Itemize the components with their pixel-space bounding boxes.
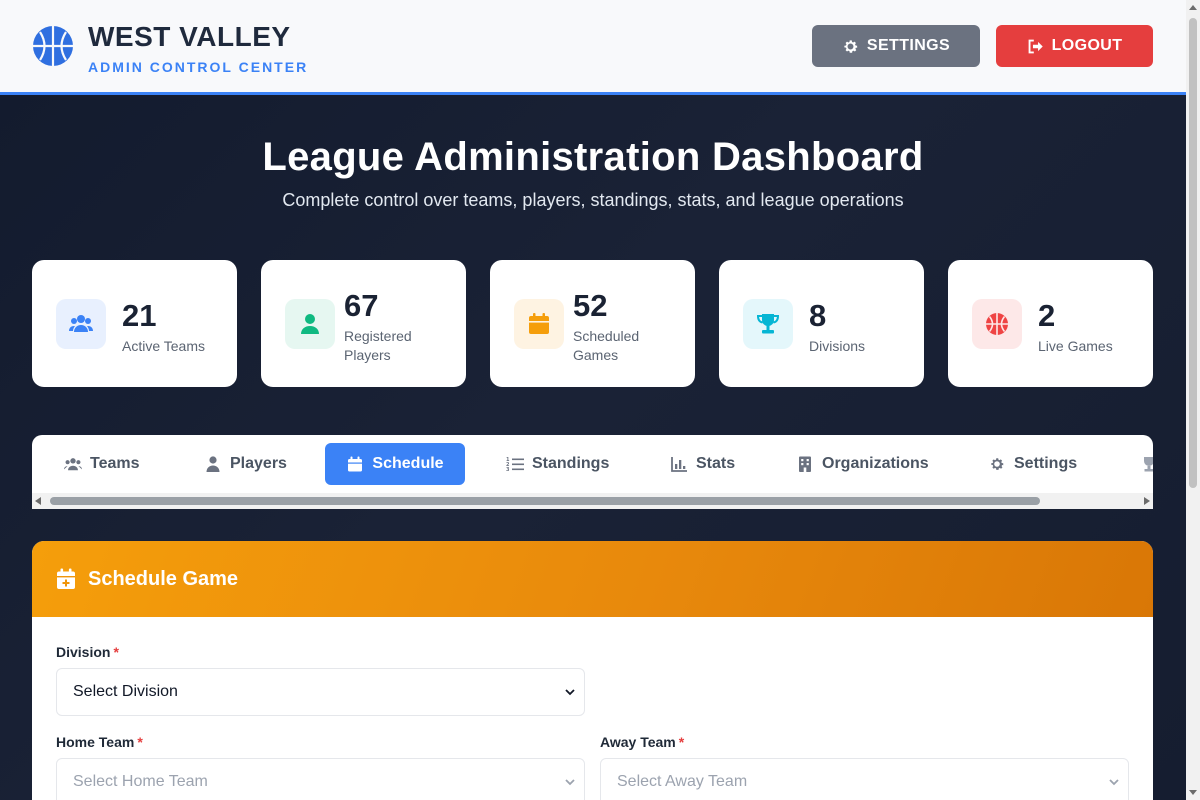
home-team-label-text: Home Team xyxy=(56,734,135,750)
calendar-icon xyxy=(514,299,564,349)
svg-text:3: 3 xyxy=(506,467,510,472)
stat-label: Scheduled Games xyxy=(573,328,640,363)
page-title: League Administration Dashboard xyxy=(262,135,924,179)
chevron-down-icon xyxy=(1109,779,1119,786)
required-asterisk: * xyxy=(678,734,685,750)
logout-button[interactable]: LOGOUT xyxy=(996,25,1153,67)
settings-button-label: SETTINGS xyxy=(866,37,951,54)
gear-icon xyxy=(991,458,1004,470)
tab-label: Organizations xyxy=(822,455,929,472)
calendar-plus-icon xyxy=(57,568,75,589)
stat-value: 52 xyxy=(573,288,608,323)
users-icon xyxy=(64,458,82,471)
chart-bar-icon xyxy=(671,457,687,472)
settings-button[interactable]: SETTINGS xyxy=(812,25,980,67)
scroll-right-arrow-icon[interactable] xyxy=(1144,497,1150,505)
scroll-down-arrow-icon[interactable] xyxy=(1189,790,1197,795)
page-vertical-scrollbar[interactable] xyxy=(1186,0,1200,800)
stat-value: 67 xyxy=(344,288,379,323)
chevron-down-icon xyxy=(565,689,575,696)
stat-value: 8 xyxy=(809,298,827,333)
top-header: WEST VALLEY ADMIN CONTROL CENTER SETTING… xyxy=(0,0,1186,95)
section-tabs: Teams Players Schedule 123 Standings Sta… xyxy=(32,435,1153,509)
list-ol-icon: 123 xyxy=(506,457,524,472)
panel-title: Schedule Game xyxy=(88,567,239,590)
division-select-value: Select Division xyxy=(73,683,178,700)
user-icon xyxy=(285,299,335,349)
stat-label: Live Games xyxy=(1038,338,1113,354)
home-team-select[interactable]: Select Home Team xyxy=(56,758,585,800)
user-icon xyxy=(206,456,220,472)
logout-button-label: LOGOUT xyxy=(1051,37,1123,54)
tab-stats[interactable]: Stats xyxy=(658,443,747,485)
tab-label: Settings xyxy=(1014,455,1078,472)
stat-label: Registered Players xyxy=(344,328,412,363)
away-team-label: Away Team * xyxy=(600,734,684,750)
division-label: Division * xyxy=(56,644,119,660)
home-team-label: Home Team * xyxy=(56,734,143,750)
tab-settings[interactable]: Settings xyxy=(976,443,1089,485)
building-icon xyxy=(799,456,811,472)
home-team-placeholder: Select Home Team xyxy=(73,773,208,790)
tab-standings[interactable]: 123 Standings xyxy=(494,443,621,485)
tabs-horizontal-scrollbar[interactable] xyxy=(32,493,1153,509)
tab-label: Schedule xyxy=(372,455,444,472)
scrollbar-thumb[interactable] xyxy=(50,497,1040,505)
calendar-icon xyxy=(348,456,363,472)
basketball-icon xyxy=(33,26,73,66)
sign-out-icon xyxy=(1028,39,1043,53)
page-subtitle: Complete control over teams, players, st… xyxy=(282,190,904,210)
away-team-placeholder: Select Away Team xyxy=(617,773,748,790)
scroll-left-arrow-icon[interactable] xyxy=(35,497,41,505)
schedule-game-panel: Schedule Game Division * Select Division … xyxy=(32,541,1153,800)
division-select[interactable]: Select Division xyxy=(56,668,585,716)
required-asterisk: * xyxy=(113,644,119,660)
tab-schedule[interactable]: Schedule xyxy=(325,443,465,485)
stat-label: Active Teams xyxy=(122,338,205,354)
required-asterisk: * xyxy=(137,734,143,750)
scrollbar-thumb[interactable] xyxy=(1189,18,1197,488)
tab-label: Stats xyxy=(696,455,736,472)
tab-label: Players xyxy=(230,455,287,472)
stat-value: 21 xyxy=(122,298,157,333)
away-team-select[interactable]: Select Away Team xyxy=(600,758,1129,800)
chevron-down-icon xyxy=(565,779,575,786)
users-icon xyxy=(56,299,106,349)
gear-icon xyxy=(844,39,858,53)
tab-organizations[interactable]: Organizations xyxy=(784,443,941,485)
scroll-up-arrow-icon[interactable] xyxy=(1189,5,1197,10)
division-label-text: Division xyxy=(56,644,111,660)
stat-label: Divisions xyxy=(809,338,866,354)
stat-value: 2 xyxy=(1038,298,1056,333)
basketball-icon xyxy=(972,299,1022,349)
tab-label: Teams xyxy=(90,455,140,472)
tab-players[interactable]: Players xyxy=(192,443,299,485)
tab-overflow-trophy[interactable] xyxy=(1128,443,1153,485)
away-team-label-text: Away Team xyxy=(600,734,676,750)
tab-teams[interactable]: Teams xyxy=(52,443,152,485)
brand-title: WEST VALLEY xyxy=(88,21,291,52)
trophy-icon xyxy=(743,299,793,349)
brand-subtitle: ADMIN CONTROL CENTER xyxy=(88,59,309,75)
panel-header: Schedule Game xyxy=(32,541,1153,617)
trophy-icon xyxy=(1144,457,1153,472)
tab-label: Standings xyxy=(532,455,610,472)
